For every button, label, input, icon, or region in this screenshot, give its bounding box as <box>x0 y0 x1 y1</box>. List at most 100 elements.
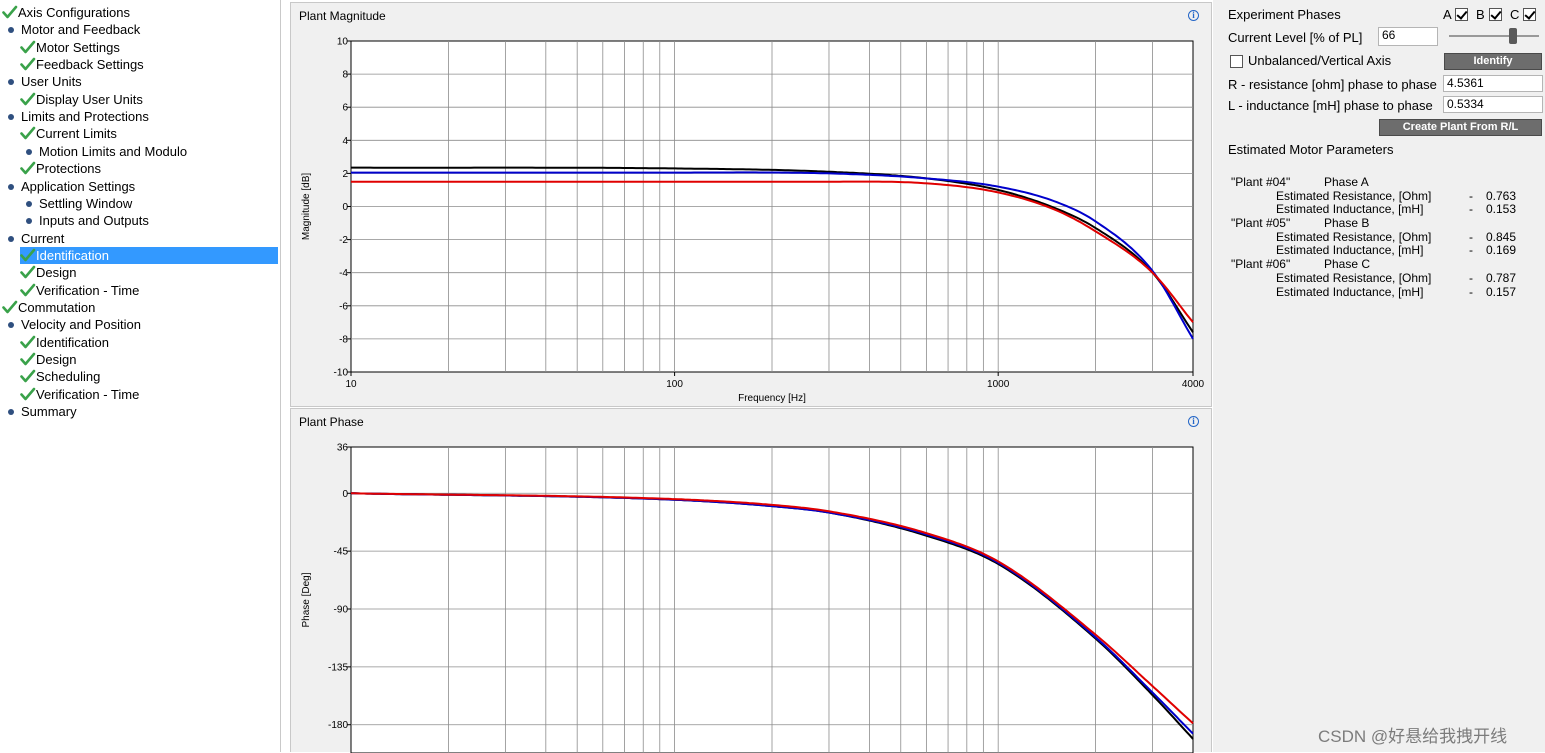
y-tick-label: -6 <box>339 301 348 312</box>
tree-item-current-limits[interactable]: Current Limits <box>20 125 117 142</box>
current-level-slider-track[interactable] <box>1449 35 1539 37</box>
tree-item-protections[interactable]: Protections <box>20 160 101 177</box>
check-icon <box>2 299 18 316</box>
dot-icon <box>8 322 14 329</box>
check-icon <box>20 368 36 385</box>
estimated-resistance-value: 0.787 <box>1486 270 1517 285</box>
tree-item-label: Protections <box>36 161 102 177</box>
estimated-resistance-value: 0.845 <box>1486 229 1517 244</box>
estimated-inductance-label: Estimated Inductance, [mH] <box>1276 284 1424 299</box>
plant-phase: Phase B <box>1324 216 1370 231</box>
tree-item-identification[interactable]: Identification <box>20 334 109 351</box>
tree-item-verification-time[interactable]: Verification - Time <box>20 386 139 403</box>
tree-item-label: Verification - Time <box>36 282 140 298</box>
tree-item-velocity-and-position[interactable]: Velocity and Position <box>2 316 141 333</box>
check-icon <box>20 351 36 368</box>
y-axis-label: Phase [Deg] <box>301 572 312 627</box>
y-tick-label: 0 <box>342 489 348 500</box>
plant-phase: Phase C <box>1324 257 1371 272</box>
tree-item-label: Summary <box>21 404 77 420</box>
separator-dash: - <box>1469 270 1473 285</box>
tree-item-settling-window[interactable]: Settling Window <box>20 195 132 212</box>
tree-item-label: Application Settings <box>21 178 136 194</box>
estimated-resistance-label: Estimated Resistance, [Ohm] <box>1276 229 1432 244</box>
resistance-label: R - resistance [ohm] phase to phase <box>1228 77 1437 92</box>
tree-item-feedback-settings[interactable]: Feedback Settings <box>20 56 144 73</box>
y-tick-label: -2 <box>339 235 348 246</box>
tree-item-limits-and-protections[interactable]: Limits and Protections <box>2 108 149 125</box>
tree-item-label: Design <box>36 352 77 367</box>
check-icon <box>20 264 36 281</box>
tree-item-motor-settings[interactable]: Motor Settings <box>20 39 120 56</box>
tree-item-current[interactable]: Current <box>2 230 64 247</box>
dot-icon <box>8 27 14 34</box>
create-plant-button[interactable]: Create Plant From R/L <box>1379 119 1542 136</box>
tree-item-display-user-units[interactable]: Display User Units <box>20 91 143 108</box>
x-axis-label: Frequency [Hz] <box>738 393 806 404</box>
tree-item-label: Scheduling <box>36 369 101 385</box>
y-tick-label: -180 <box>328 720 348 731</box>
tree-item-label: User Units <box>21 74 82 90</box>
y-tick-label: 2 <box>342 169 348 180</box>
x-tick-label: 4000 <box>1182 379 1205 390</box>
tree-item-label: Current <box>21 230 65 246</box>
tree-item-label: Velocity and Position <box>21 317 141 333</box>
resistance-field[interactable]: 4.5361 <box>1443 75 1543 92</box>
tree-item-commutation[interactable]: Commutation <box>2 299 95 316</box>
tree-item-motor-and-feedback[interactable]: Motor and Feedback <box>2 21 140 38</box>
dot-icon <box>8 114 14 121</box>
tree-item-label: Motion Limits and Modulo <box>39 143 188 159</box>
tree-item-design[interactable]: Design <box>20 351 76 368</box>
tree-item-label: Motor and Feedback <box>21 22 141 38</box>
tree-item-label: Axis Configurations <box>18 5 130 20</box>
y-tick-label: -4 <box>339 268 348 279</box>
tree-item-label: Identification <box>36 247 109 263</box>
check-icon <box>20 282 36 299</box>
phase-chart[interactable]: 36 0 -45 -90 -135 -180 Phase [Deg] <box>291 409 1211 753</box>
check-icon <box>20 39 36 56</box>
separator-dash: - <box>1469 284 1473 299</box>
watermark: CSDN @好悬给我拽开线 <box>1318 727 1508 746</box>
tree-item-inputs-and-outputs[interactable]: Inputs and Outputs <box>20 212 149 229</box>
dot-icon <box>8 409 14 416</box>
tree-item-summary[interactable]: Summary <box>2 403 77 420</box>
tree-item-user-units[interactable]: User Units <box>2 73 82 90</box>
identify-button[interactable]: Identify <box>1444 53 1542 70</box>
tree-item-label: Inputs and Outputs <box>39 213 149 229</box>
y-tick-label: 0 <box>342 202 348 213</box>
tree-item-label: Motor Settings <box>36 39 120 55</box>
phase-a-checkbox[interactable] <box>1455 8 1468 21</box>
phase-b-checkbox[interactable] <box>1489 8 1502 21</box>
separator-dash: - <box>1469 188 1473 203</box>
plant-name: "Plant #05" <box>1231 216 1291 231</box>
current-level-slider-thumb[interactable] <box>1509 28 1517 44</box>
tree-item-label: Display User Units <box>36 91 143 107</box>
unbalanced-axis-checkbox[interactable] <box>1230 55 1243 68</box>
magnitude-chart[interactable]: 1086420-2-4-6-8-1010 100 1000 4000Magnitude… <box>291 3 1211 406</box>
separator-dash: - <box>1469 243 1473 258</box>
phase-c-checkbox[interactable] <box>1523 8 1536 21</box>
dot-icon <box>26 200 32 207</box>
dot-icon <box>26 218 32 225</box>
phase-c-label: C <box>1510 7 1520 22</box>
estimated-inductance-value: 0.169 <box>1486 243 1517 258</box>
tree-item-label: Feedback Settings <box>36 57 144 73</box>
tree-item-design[interactable]: Design <box>20 264 76 281</box>
current-level-input[interactable]: 66 <box>1378 27 1438 46</box>
x-tick-label: 10 <box>345 379 357 390</box>
tree-item-identification[interactable]: Identification <box>20 246 278 264</box>
plant-magnitude-panel: Plant Magnitude i 10 8 6 4 2 0 -2 -4 -6 -8 -10 10 10… <box>290 2 1212 407</box>
check-icon <box>20 56 36 73</box>
tree-item-scheduling[interactable]: Scheduling <box>20 368 100 385</box>
tree-item-motion-limits-and-modulo[interactable]: Motion Limits and Modulo <box>20 143 187 160</box>
tree-item-label: Limits and Protections <box>21 109 149 125</box>
dot-icon <box>8 79 14 86</box>
tree-item-axis-configurations[interactable]: Axis Configurations <box>2 4 130 21</box>
phase-b-label: B <box>1476 7 1485 22</box>
plant-name: "Plant #04" <box>1231 175 1291 189</box>
x-tick-label: 100 <box>666 379 683 390</box>
check-icon <box>2 4 18 21</box>
tree-item-verification-time[interactable]: Verification - Time <box>20 282 139 299</box>
inductance-field[interactable]: 0.5334 <box>1443 96 1543 113</box>
tree-item-application-settings[interactable]: Application Settings <box>2 178 135 195</box>
